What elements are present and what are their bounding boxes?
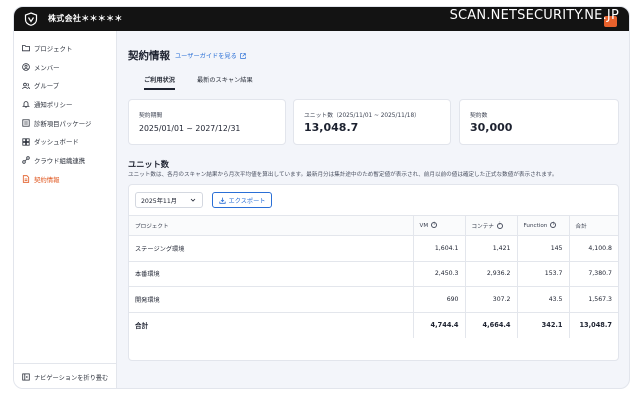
sidebar-item-label: メンバー [34,63,60,72]
page-title: 契約情報 [128,50,170,62]
export-button[interactable]: エクスポート [212,192,272,208]
sidebar-item-packages[interactable]: 診断項目パッケージ [14,114,117,133]
download-icon [218,197,226,204]
top-bar: 株式会社＊＊＊＊＊ SCAN.NETSECURITY.NE.JP [14,7,629,31]
table-total-row: 合計 4,744.4 4,664.4 342.1 13,048.7 [129,311,618,338]
tab-latest-scan[interactable]: 最新のスキャン結果 [197,75,253,84]
sidebar-nav: プロジェクト メンバー グループ 通知ポリシー 診断項目パッケージ ダッシュボー… [14,39,117,189]
contract-count-card: 契約数 30,000 [459,99,619,145]
container-cell: 307.2 [464,286,517,312]
function-cell: 153.7 [516,260,569,287]
container-cell: 1,421 [464,235,517,261]
table-row: 本番環境 2,450.3 2,936.2 153.7 7,380.7 [129,260,618,287]
sidebar-item-projects[interactable]: プロジェクト [14,39,117,58]
export-button-label: エクスポート [228,197,266,205]
project-name-cell: ステージング環境 [129,235,413,261]
unit-table: プロジェクト VM コンテナ Function 合計 ステージング環境 1,60… [129,215,618,338]
function-cell: 145 [516,235,569,261]
package-icon [22,119,30,127]
vm-total-cell: 4,744.4 [412,311,465,338]
cloud-link-icon [22,156,30,165]
group-icon [22,82,30,89]
info-icon[interactable] [431,222,438,228]
logo-icon [24,12,38,26]
tab-usage[interactable]: ご利用状況 [144,75,175,90]
vm-cell: 2,450.3 [412,260,465,287]
user-guide-link-label: ユーザーガイドを見る [175,53,237,60]
org-name[interactable]: 株式会社＊＊＊＊＊ [48,13,123,24]
section-description: ユニット数は、各月のスキャン結果から月次平均値を算出しています。最新月分は集計途… [128,172,558,178]
container-total-cell: 4,664.4 [464,311,517,338]
column-header-label: コンテナ [471,223,494,230]
month-select-value: 2025年11月 [141,197,177,205]
main-content: 契約情報 ユーザーガイドを見る ご利用状況 最新のスキャン結果 契約期間 202… [118,31,629,388]
total-cell: 7,380.7 [568,260,618,287]
sidebar-item-label: 契約情報 [34,175,60,184]
column-header-label: Function [523,223,548,229]
collapse-nav-label: ナビゲーションを折り畳む [34,374,109,382]
collapse-nav-button[interactable]: ナビゲーションを折り畳む [14,363,117,388]
vm-cell: 1,604.1 [412,235,465,261]
column-header-function: Function [516,215,569,236]
sidebar-item-dashboard[interactable]: ダッシュボード [14,132,117,151]
column-header-label: 合計 [575,223,587,230]
card-label: 契約数 [470,113,488,119]
external-link-icon [240,52,246,59]
column-header-container: コンテナ [464,215,517,236]
contract-period-value: 2025/01/01 ~ 2027/12/31 [139,124,241,133]
unit-table-panel: 2025年11月 エクスポート プロジェクト VM コンテナ Function … [128,184,619,361]
column-header-label: VM [419,223,429,229]
info-icon[interactable] [496,222,503,229]
sidebar-item-label: グループ [34,82,60,91]
bell-icon [22,101,30,109]
collapse-panel-icon [22,373,30,381]
unit-count-card: ユニット数（2025/11/01 ~ 2025/11/18） 13,048.7 [293,99,451,145]
chevron-down-icon [190,198,196,202]
contract-icon [22,175,30,183]
table-header-row: プロジェクト VM コンテナ Function 合計 [129,215,618,236]
total-label-cell: 合計 [129,311,413,338]
grand-total-cell: 13,048.7 [568,311,618,338]
sidebar-item-members[interactable]: メンバー [14,58,117,77]
folder-icon [22,45,30,52]
app-window: 株式会社＊＊＊＊＊ SCAN.NETSECURITY.NE.JP プロジェクト … [13,6,630,389]
column-header-project: プロジェクト [129,215,413,236]
unit-count-value: 13,048.7 [304,121,359,134]
card-label: 契約期間 [139,113,163,119]
member-icon [22,63,30,71]
function-cell: 43.5 [516,286,569,312]
sidebar: プロジェクト メンバー グループ 通知ポリシー 診断項目パッケージ ダッシュボー… [14,31,117,388]
sidebar-item-groups[interactable]: グループ [14,76,117,95]
sidebar-item-cloud-integration[interactable]: クラウド組織連携 [14,151,117,170]
column-header-vm: VM [412,215,465,236]
total-cell: 1,567.3 [568,286,618,312]
watermark: SCAN.NETSECURITY.NE.JP [449,8,619,23]
container-cell: 2,936.2 [464,260,517,287]
sidebar-item-notification-policy[interactable]: 通知ポリシー [14,95,117,114]
function-total-cell: 342.1 [516,311,569,338]
sidebar-item-label: ダッシュボード [34,138,79,147]
sidebar-item-label: 通知ポリシー [34,100,73,109]
dashboard-icon [22,138,30,146]
column-header-total: 合計 [568,215,618,236]
user-guide-link[interactable]: ユーザーガイドを見る [175,51,246,60]
table-row: 開発環境 690 307.2 43.5 1,567.3 [129,286,618,312]
section-title: ユニット数 [128,159,169,169]
month-select[interactable]: 2025年11月 [135,192,203,208]
info-icon[interactable] [550,222,557,228]
sidebar-item-contract[interactable]: 契約情報 [14,170,117,189]
sidebar-item-label: クラウド組織連携 [34,156,86,165]
sidebar-item-label: 診断項目パッケージ [34,119,92,128]
card-label: ユニット数（2025/11/01 ~ 2025/11/18） [304,113,420,119]
contract-period-card: 契約期間 2025/01/01 ~ 2027/12/31 [128,99,286,145]
contract-count-value: 30,000 [470,121,513,134]
column-header-label: プロジェクト [135,223,169,230]
sidebar-item-label: プロジェクト [34,44,73,53]
project-name-cell: 開発環境 [129,286,413,312]
total-cell: 4,100.8 [568,235,618,261]
vm-cell: 690 [412,286,465,312]
project-name-cell: 本番環境 [129,260,413,287]
table-row: ステージング環境 1,604.1 1,421 145 4,100.8 [129,235,618,261]
